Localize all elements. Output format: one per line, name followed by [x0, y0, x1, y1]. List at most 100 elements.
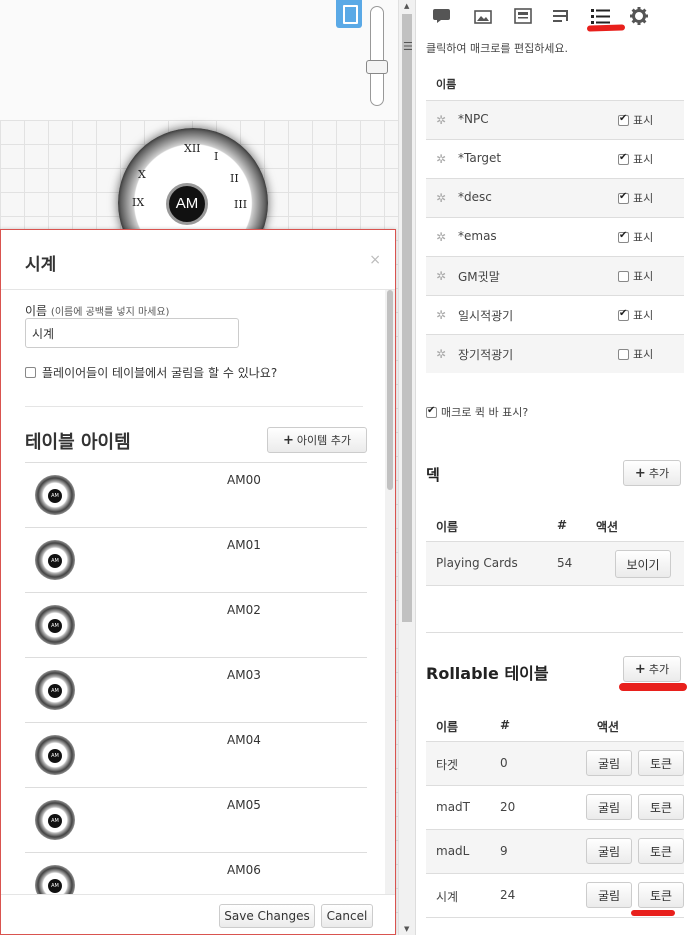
annotation-underline [586, 24, 626, 32]
macro-name[interactable]: *Target [458, 151, 501, 165]
sidebar-resize-handle-icon[interactable]: ☰ [403, 40, 413, 53]
rollable-table-header: 이름 # 액션 [426, 708, 684, 742]
macro-show-label: 표시 [633, 309, 654, 322]
clock-token-thumb-icon[interactable] [35, 475, 75, 515]
roll-button[interactable]: 굴림 [586, 838, 632, 864]
save-changes-button[interactable]: Save Changes [219, 904, 315, 928]
rollable-table-row[interactable]: madT 20 굴림 토큰 [426, 786, 684, 830]
table-item-row[interactable]: AM02 [25, 592, 367, 657]
add-deck-label: 추가 [648, 467, 670, 480]
macro-show-checkbox[interactable] [618, 191, 629, 204]
dialog-scrollbar[interactable] [385, 290, 395, 894]
macro-row[interactable]: ✲ *Target 표시 [426, 139, 684, 178]
cancel-button[interactable]: Cancel [321, 904, 373, 928]
macro-show-toggle[interactable]: 표시 [618, 229, 653, 245]
show-macro-quickbar-checkbox[interactable] [426, 405, 437, 418]
table-item-row[interactable]: AM05 [25, 787, 367, 852]
rollable-table-row[interactable]: madL 9 굴림 토큰 [426, 830, 684, 874]
macro-name[interactable]: 장기적광기 [458, 346, 513, 363]
name-label-text: 이름 [25, 304, 48, 318]
clock-token-thumb-icon[interactable] [35, 735, 75, 775]
table-item-row[interactable]: AM04 [25, 722, 367, 787]
macro-show-toggle[interactable]: 표시 [618, 190, 653, 206]
macro-show-checkbox[interactable] [618, 152, 629, 165]
clock-token-thumb-icon[interactable] [35, 865, 75, 894]
macro-show-checkbox[interactable] [618, 348, 629, 360]
clock-token-thumb-icon[interactable] [35, 670, 75, 710]
add-rollable-table-button[interactable]: + 추가 [623, 656, 681, 682]
table-item-row[interactable]: AM06 [25, 852, 367, 894]
macro-show-label: 표시 [633, 192, 654, 205]
macro-row[interactable]: ✲ *NPC 표시 [426, 100, 684, 139]
clock-token-thumb-icon[interactable] [35, 605, 75, 645]
macro-name[interactable]: *NPC [458, 112, 489, 126]
macro-row[interactable]: ✲ GM귓말 표시 [426, 256, 684, 295]
tab-chat[interactable] [430, 4, 456, 28]
tab-art-library[interactable] [470, 4, 496, 28]
plus-icon: + [634, 465, 646, 481]
deck-row[interactable]: Playing Cards 54 보이기 [426, 542, 684, 586]
close-icon[interactable]: × [369, 252, 381, 268]
roll-button[interactable]: 굴림 [586, 882, 632, 908]
scroll-down-arrow-icon[interactable]: ▼ [404, 925, 409, 933]
macro-show-toggle[interactable]: 표시 [618, 151, 653, 167]
rollable-table-name: 타겟 [436, 758, 459, 772]
rollable-table-count: 0 [500, 756, 508, 770]
table-item-row[interactable]: AM00 [25, 462, 367, 527]
show-macro-quickbar-option[interactable]: 매크로 퀵 바 표시? [426, 404, 528, 420]
macro-row[interactable]: ✲ 장기적광기 표시 [426, 334, 684, 373]
zoom-slider[interactable] [370, 6, 384, 106]
name-hint: (이름에 공백를 넣지 마세요) [50, 307, 170, 318]
tab-compendium[interactable] [548, 4, 574, 28]
rollable-table-row[interactable]: 타겟 0 굴림 토큰 [426, 742, 684, 786]
macro-icon: ✲ [436, 191, 447, 205]
macro-show-checkbox[interactable] [618, 230, 629, 243]
tab-journal[interactable] [510, 4, 536, 28]
token-button[interactable]: 토큰 [638, 750, 684, 776]
macro-show-checkbox[interactable] [618, 270, 629, 282]
clock-numeral: X [138, 168, 146, 181]
macro-show-checkbox[interactable] [618, 113, 629, 126]
macro-row[interactable]: ✲ 일시적광기 표시 [426, 295, 684, 334]
clock-token-thumb-icon[interactable] [35, 540, 75, 580]
table-item-row[interactable]: AM01 [25, 527, 367, 592]
clock-token-thumb-icon[interactable] [35, 800, 75, 840]
macro-name[interactable]: GM귓말 [458, 268, 500, 285]
table-items-title: 테이블 아이템 [25, 432, 131, 453]
macro-show-toggle[interactable]: 표시 [618, 307, 653, 323]
macro-show-checkbox[interactable] [618, 308, 629, 321]
dialog-scrollbar-thumb[interactable] [387, 290, 393, 490]
add-deck-button[interactable]: + 추가 [623, 460, 681, 486]
table-name-input[interactable] [25, 318, 239, 348]
page-scrollbar[interactable]: ▲ ▼ [398, 0, 415, 935]
macro-row[interactable]: ✲ *emas 표시 [426, 217, 684, 256]
tabletop-canvas[interactable]: XII I II III X IX AM 시계 × 이름 (이름에 공백를 넣지… [0, 0, 398, 935]
macro-row[interactable]: ✲ *desc 표시 [426, 178, 684, 217]
macro-show-toggle[interactable]: 표시 [618, 112, 653, 128]
macro-show-toggle[interactable]: 표시 [618, 346, 653, 362]
macro-show-toggle[interactable]: 표시 [618, 268, 653, 284]
players-can-roll-checkbox[interactable] [25, 367, 36, 378]
add-item-button[interactable]: + 아이템 추가 [267, 427, 367, 453]
rollable-table-dialog: 시계 × 이름 (이름에 공백를 넣지 마세요) 플레이어들이 테이블에서 굴림… [0, 229, 396, 935]
deck-show-button[interactable]: 보이기 [615, 550, 671, 578]
page-icon[interactable] [336, 0, 362, 28]
token-button[interactable]: 토큰 [638, 794, 684, 820]
token-button[interactable]: 토큰 [638, 838, 684, 864]
macro-name[interactable]: *emas [458, 229, 497, 243]
scroll-up-arrow-icon[interactable]: ▲ [404, 2, 409, 10]
rollable-header-name: 이름 [436, 720, 459, 734]
tab-settings[interactable] [626, 4, 652, 28]
clock-numeral: IX [132, 196, 145, 209]
page-scrollbar-thumb[interactable] [402, 14, 412, 622]
rollable-table-count: 24 [500, 888, 516, 902]
token-button[interactable]: 토큰 [638, 882, 684, 908]
roll-button[interactable]: 굴림 [586, 750, 632, 776]
players-can-roll-option[interactable]: 플레이어들이 테이블에서 굴림을 할 수 있나요? [25, 364, 277, 381]
zoom-slider-handle[interactable] [366, 60, 388, 74]
table-item-row[interactable]: AM03 [25, 657, 367, 722]
roll-button[interactable]: 굴림 [586, 794, 632, 820]
macro-name[interactable]: 일시적광기 [458, 307, 513, 324]
macro-name[interactable]: *desc [458, 190, 492, 204]
collection-list-icon [591, 9, 610, 24]
